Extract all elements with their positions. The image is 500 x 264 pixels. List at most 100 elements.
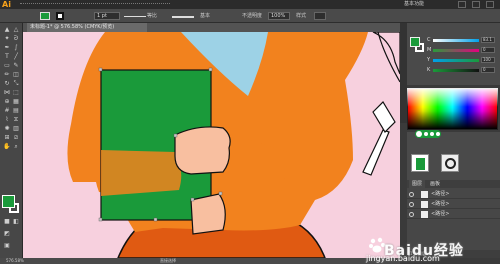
collapsed-panel-icons[interactable] [400, 23, 407, 123]
pencil-tool-icon[interactable]: ✏ [3, 72, 11, 78]
eyedropper-tool-icon[interactable]: ⌇ [3, 117, 11, 123]
screen-mode-icon[interactable]: ▣ [3, 243, 11, 249]
eraser-tool-icon[interactable]: ◫ [12, 72, 20, 78]
slider-y[interactable]: Y 100 [427, 57, 497, 63]
layer-name[interactable]: <路径> [431, 200, 449, 209]
slider-label: Y [427, 57, 431, 63]
menu-items[interactable] [20, 3, 170, 6]
column-graph-tool-icon[interactable]: ▥ [12, 126, 20, 132]
anchor-point [98, 67, 103, 72]
slider-m[interactable]: M 0 [427, 47, 497, 53]
none-swatch[interactable] [441, 154, 459, 172]
layer-row[interactable]: <路径> [407, 200, 500, 209]
fill-color-swatch[interactable] [40, 12, 50, 20]
slider-track[interactable] [433, 59, 479, 62]
stick-outline[interactable] [362, 129, 390, 176]
selected-swatch-preview[interactable] [411, 154, 429, 172]
blend-tool-icon[interactable]: ⧖ [12, 117, 20, 123]
tab-artboards[interactable]: 画板 [427, 180, 443, 188]
free-transform-tool-icon[interactable]: ⬚ [12, 90, 20, 96]
curvature-tool-icon[interactable]: ∫ [12, 45, 20, 51]
control-bar: 1 pt 等比 基本 不透明度 100% 样式 [0, 9, 500, 23]
scale-tool-icon[interactable]: ⤡ [12, 81, 20, 87]
visibility-eye-icon[interactable] [409, 202, 414, 207]
artboard-tool-icon[interactable]: ⊞ [3, 135, 11, 141]
gradient-mode-icon[interactable]: ◧ [12, 219, 20, 225]
tools-fill-swatch[interactable] [2, 195, 15, 208]
line-tool-icon[interactable]: ╱ [12, 54, 20, 60]
layer-row[interactable]: <路径> [407, 210, 500, 219]
selection-tool-icon[interactable]: ▲ [3, 27, 11, 33]
rectangle-tool-icon[interactable]: ▭ [3, 63, 11, 69]
slider-track[interactable] [433, 69, 479, 72]
zoom-tool-icon[interactable]: ⌕ [12, 144, 20, 150]
panel-fill-swatch[interactable] [410, 37, 420, 47]
artboard-canvas[interactable] [23, 32, 400, 258]
stroke-color-swatch[interactable] [56, 12, 64, 20]
perspective-grid-tool-icon[interactable]: ▦ [12, 99, 20, 105]
upper-hand-shape[interactable] [174, 126, 231, 175]
lasso-tool-icon[interactable]: ᘐ [12, 36, 20, 42]
paintbrush-tool-icon[interactable]: ✎ [12, 63, 20, 69]
drawing-mode-icon[interactable]: ◩ [3, 231, 11, 237]
color-mode-icon[interactable]: ■ [3, 219, 11, 225]
stroke-weight-field[interactable]: 1 pt [94, 12, 120, 20]
stick-head-outline[interactable] [372, 101, 396, 133]
slice-tool-icon[interactable]: ⧄ [12, 135, 20, 141]
color-panel: C 83.1 M 0 Y 100 K 0 [407, 23, 500, 85]
variable-width-profile-line [124, 16, 146, 17]
slider-track[interactable] [433, 49, 479, 52]
anchor-point [173, 133, 178, 138]
workspace-switcher[interactable]: 基本功能 [404, 0, 424, 9]
magic-wand-tool-icon[interactable]: ✦ [3, 36, 11, 42]
status-bar: 576.58% 直接选择 [0, 258, 400, 264]
slider-value[interactable]: 83.1 [481, 37, 495, 43]
layer-name[interactable]: <路径> [431, 210, 449, 219]
shape-builder-tool-icon[interactable]: ⊕ [3, 99, 11, 105]
gradient-tool-icon[interactable]: ▤ [12, 108, 20, 114]
spectrum-highlight [407, 88, 498, 130]
slider-value[interactable]: 0 [481, 67, 495, 73]
maximize-button[interactable] [472, 1, 480, 8]
slider-track[interactable] [433, 39, 479, 42]
symbol-sprayer-tool-icon[interactable]: ✺ [3, 126, 11, 132]
layers-tabs: 图层 画板 [407, 180, 500, 188]
layer-row[interactable]: <路径> [407, 190, 500, 199]
opacity-field[interactable]: 100% [268, 12, 290, 20]
visibility-eye-icon[interactable] [409, 192, 414, 197]
app-logo: Ai [2, 0, 11, 9]
pen-tool-icon[interactable]: ✒ [3, 45, 11, 51]
width-tool-icon[interactable]: ⋈ [3, 90, 11, 96]
lunar-logo-icon [415, 130, 441, 138]
style-picker[interactable] [314, 12, 326, 20]
document-tab[interactable]: 未标题-1* @ 576.58% (CMYK/预览) [27, 23, 147, 32]
opacity-label[interactable]: 不透明度 [242, 12, 262, 20]
style-label: 样式 [296, 13, 307, 19]
slider-value[interactable]: 0 [481, 47, 495, 53]
rotate-tool-icon[interactable]: ↻ [3, 81, 11, 87]
illustration [67, 32, 400, 258]
direct-selection-tool-icon[interactable]: △ [12, 27, 20, 33]
tab-layers[interactable]: 图层 [409, 180, 426, 188]
type-tool-icon[interactable]: T [3, 54, 11, 60]
brush-label[interactable]: 基本 [200, 12, 210, 20]
slider-label: C [427, 37, 431, 43]
menu-bar: Ai 基本功能 [0, 0, 500, 9]
mesh-tool-icon[interactable]: # [3, 108, 11, 114]
layer-thumbnail [421, 211, 428, 218]
close-button[interactable] [486, 1, 494, 8]
minimize-button[interactable] [458, 1, 466, 8]
sleeve-overlay-shape[interactable] [101, 150, 182, 196]
profile-label[interactable]: 等比 [147, 12, 157, 20]
slider-k[interactable]: K 0 [427, 67, 497, 73]
layer-name[interactable]: <路径> [431, 190, 449, 199]
swatch-color [416, 158, 425, 170]
visibility-eye-icon[interactable] [409, 212, 414, 217]
slider-value[interactable]: 100 [481, 57, 495, 63]
anchor-point [98, 217, 103, 222]
slider-c[interactable]: C 83.1 [427, 37, 497, 43]
zoom-level[interactable]: 576.58% [6, 258, 24, 264]
slider-label: M [427, 47, 432, 53]
hand-tool-icon[interactable]: ✋ [3, 144, 11, 150]
lower-hand-shape[interactable] [190, 193, 226, 235]
